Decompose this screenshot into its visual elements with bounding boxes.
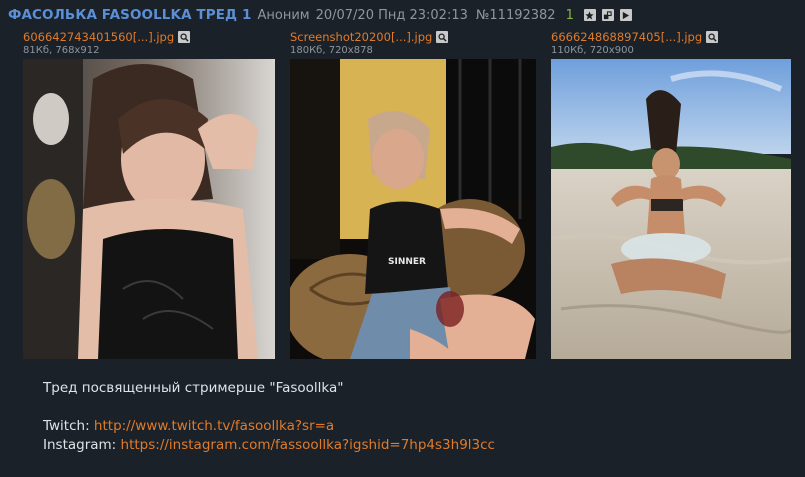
svg-text:SINNER: SINNER [388, 257, 426, 267]
instagram-link[interactable]: https://instagram.com/fassoollka?igshid=… [121, 437, 495, 453]
post-datetime: 20/07/20 Пнд 23:02:13 [315, 7, 468, 23]
search-icon[interactable] [706, 31, 719, 43]
reply-count[interactable]: 1 [566, 8, 574, 23]
twitch-label: Twitch: [43, 418, 90, 434]
file-meta-2: 180Кб, 720x878 [290, 45, 373, 56]
image-thumbnail-2[interactable]: SINNER [290, 59, 536, 359]
file-meta-3: 110Кб, 720x900 [551, 45, 634, 56]
file-name-link-1[interactable]: 606642743401560[...].jpg [23, 30, 174, 44]
instagram-line: Instagram: https://instagram.com/fassool… [43, 436, 495, 455]
search-icon[interactable] [178, 31, 191, 43]
instagram-label: Instagram: [43, 437, 117, 453]
image-thumbnail-3[interactable] [551, 59, 791, 359]
post-header: ФАСОЛЬКА FASOOLLKA ТРЕД 1 Аноним 20/07/2… [8, 6, 632, 24]
file-info-1: 606642743401560[...].jpg 81Кб, 768x912 [23, 30, 191, 58]
search-icon[interactable] [436, 31, 449, 43]
post-message: Тред посвященный стримерше "Fasoollka" T… [43, 379, 495, 455]
file-info-2: Screenshot20200[...].jpg 180Кб, 720x878 [290, 30, 449, 58]
file-info-3: 666624868897405[...].jpg 110Кб, 720x900 [551, 30, 719, 58]
file-meta-1: 81Кб, 768x912 [23, 45, 100, 56]
star-icon[interactable] [583, 9, 596, 21]
post-number[interactable]: №11192382 [476, 8, 556, 23]
thread-post: ФАСОЛЬКА FASOOLLKA ТРЕД 1 Аноним 20/07/2… [0, 0, 805, 477]
message-intro: Тред посвященный стримерше "Fasoollka" [43, 380, 344, 396]
post-author: Аноним [257, 7, 310, 23]
thread-title: ФАСОЛЬКА FASOOLLKA ТРЕД 1 [8, 7, 252, 23]
twitch-line: Twitch: http://www.twitch.tv/fasoollka?s… [43, 417, 495, 436]
file-name-link-3[interactable]: 666624868897405[...].jpg [551, 30, 702, 44]
play-icon[interactable] [619, 9, 632, 21]
image-thumbnail-1[interactable] [23, 59, 275, 359]
twitch-link[interactable]: http://www.twitch.tv/fasoollka?sr=a [94, 418, 334, 434]
hide-icon[interactable] [601, 9, 614, 21]
file-name-link-2[interactable]: Screenshot20200[...].jpg [290, 30, 432, 44]
